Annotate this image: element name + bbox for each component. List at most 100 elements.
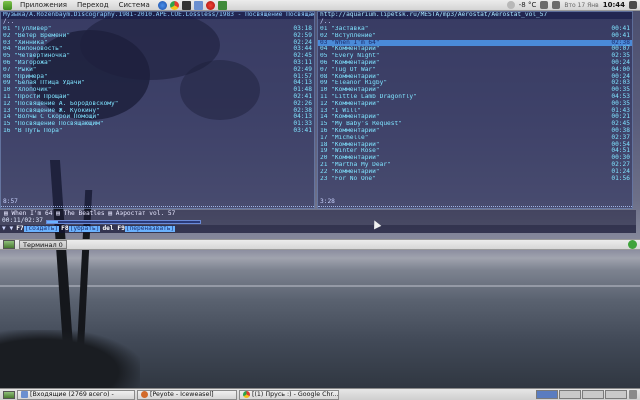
track-row[interactable]: 01 "Гулливер" 03:18 — [1, 25, 314, 33]
power-icon[interactable] — [629, 1, 637, 9]
bottom-taskbar: [Входящие (2769 всего) - [Peyote - Icewe… — [0, 388, 640, 400]
task-browser[interactable]: [Peyote - Iceweasel] — [137, 389, 237, 400]
track-row[interactable]: 20 "Комментарии" 00:30 — [318, 154, 632, 162]
track-row[interactable]: 07 "Tug Of War" 04:00 — [318, 66, 632, 74]
track-row[interactable]: 03 "Хинника" 02:24 — [1, 39, 314, 47]
track-row[interactable]: 08 "Примера" 01:57 — [1, 73, 314, 81]
progress-fill — [46, 220, 58, 223]
key-f7[interactable]: F7 — [16, 225, 23, 233]
track-row[interactable]: 04 "Вилоновость" 03:44 — [1, 46, 314, 53]
track-row[interactable]: 04 "Комментарии" 00:07 — [318, 46, 632, 53]
key-f9-label[interactable]: [переназвать] — [124, 225, 176, 233]
now-playing-bar: ▤ When I'm 64 ▤ The Beatles ▤ Аэростат v… — [0, 210, 636, 218]
pane-separator — [1, 206, 314, 208]
track-name: 01 "Гулливер" — [3, 26, 52, 32]
task-chrome[interactable]: [(1) Прусь :) - Google Chr... — [239, 389, 339, 400]
opera-launcher-icon[interactable] — [205, 0, 215, 10]
track-row[interactable]: 05 "Четвертиночка" 02:45 — [1, 53, 314, 60]
terminal-launcher-icon[interactable] — [181, 0, 191, 10]
track-name: 12 "Посвящение А. Бородовскому" — [3, 100, 119, 107]
right-pane-parent-dir[interactable]: /.. — [318, 18, 632, 26]
track-name: 03 "Хинника" — [3, 39, 48, 46]
mail-icon — [21, 391, 28, 398]
track-row[interactable]: 07 "Рыки" 02:49 — [1, 66, 314, 74]
browser-launcher-icon[interactable] — [157, 0, 167, 10]
track-row[interactable]: 02 "Вступление" 00:41 — [318, 32, 632, 40]
track-row[interactable]: 15 "Посвящение Посвящающим" 01:33 — [1, 121, 314, 128]
window-list-panel: Терминал 0 — [0, 239, 640, 250]
track-row[interactable]: 13 "Посвящение Ж. Куокину" 02:38 — [1, 107, 314, 115]
track-name: 11 "Little Lamb Dragonfly" — [320, 93, 417, 100]
app-launcher-icon[interactable] — [217, 0, 227, 10]
track-row[interactable]: 01 "Заставка" 00:41 — [318, 25, 632, 33]
track-name: 22 "Комментарии" — [320, 168, 380, 175]
track-row[interactable]: 17 "Michelle" 02:37 — [318, 134, 632, 142]
workspace-4[interactable] — [605, 390, 627, 399]
track-row[interactable]: 02 "Ветер Времени" 02:59 — [1, 32, 314, 40]
mail-launcher-icon[interactable] — [193, 0, 203, 10]
menu-system[interactable]: Система — [114, 1, 155, 9]
track-name: 09 "Белая Птица Удачи" — [3, 80, 85, 87]
right-playlist-pane[interactable]: http://aquarium.lipetsk.ru/MESTA/mp3/Aer… — [317, 11, 633, 209]
weather-icon[interactable] — [506, 1, 515, 9]
track-row[interactable]: 10 "Комментарии" 00:35 — [318, 87, 632, 94]
track-row[interactable]: 10 "Хлопочик" 01:48 — [1, 87, 314, 94]
track-name: 19 "Winter Rose" — [320, 148, 380, 155]
workspace-3[interactable] — [582, 390, 604, 399]
trash-icon[interactable] — [629, 390, 637, 399]
key-f7-label[interactable]: [создать] — [23, 225, 60, 233]
menu-places[interactable]: Переход — [72, 1, 114, 9]
track-row[interactable]: 22 "Комментарии" 01:24 — [318, 168, 632, 176]
key-f8-label[interactable]: [убрать] — [68, 225, 101, 233]
track-row[interactable]: 23 "For No One" 01:56 — [318, 175, 632, 183]
workspace-2[interactable] — [559, 390, 581, 399]
track-row[interactable]: 18 "Комментарии" 00:54 — [318, 141, 632, 149]
show-desktop-icon[interactable] — [3, 240, 15, 249]
workspace-1[interactable] — [536, 390, 558, 399]
clock[interactable]: 10:44 — [603, 1, 625, 9]
left-pane-parent-dir[interactable]: /.. — [1, 18, 314, 26]
track-row[interactable]: 14 "Комментарии" 00:21 — [318, 114, 632, 121]
track-row[interactable]: 11 "Little Lamb Dragonfly" 04:53 — [318, 93, 632, 101]
task-mail-label: [Входящие (2769 всего) - — [30, 391, 114, 398]
terminal-window[interactable]: Музыка/A.Rozenbaym.Discography.1981-2010… — [0, 11, 636, 239]
right-track-list: 01 "Заставка" 00:41 02 "Вступление" 00:41 03… — [318, 25, 632, 183]
left-file-pane[interactable]: Музыка/A.Rozenbaym.Discography.1981-2010… — [0, 11, 315, 209]
track-name: 04 "Вилоновость" — [3, 46, 63, 53]
track-name: 17 "Michelle" — [320, 134, 369, 141]
temperature[interactable]: -8 °C — [519, 1, 537, 9]
chrome-launcher-icon[interactable] — [169, 0, 179, 10]
track-row[interactable]: 06 "Комментарии" 00:24 — [318, 59, 632, 67]
panel-status-icon[interactable] — [628, 240, 637, 249]
track-row[interactable]: 11 "Прости Прощай" 02:41 — [1, 93, 314, 101]
gnome-foot-icon[interactable] — [3, 0, 12, 10]
track-row[interactable]: 19 "Winter Rose" 04:51 — [318, 148, 632, 155]
date-label[interactable]: Вто 17 Янв — [564, 2, 598, 9]
key-f8[interactable]: F8 — [61, 225, 68, 233]
track-row[interactable]: 03 "When I'm 64" 02:38 — [318, 39, 632, 47]
track-duration: 03:41 — [293, 126, 312, 134]
track-row[interactable]: 08 "Комментарии" 00:24 — [318, 73, 632, 81]
show-desktop-icon[interactable] — [3, 390, 15, 399]
track-row[interactable]: 14 "Волчы С Скорой Помощи" 04:13 — [1, 114, 314, 121]
key-del-f9[interactable]: del F9 — [102, 225, 124, 233]
track-row[interactable]: 16 "Комментарии" 00:38 — [318, 127, 632, 135]
track-row[interactable]: 16 "В Путь Пора" 03:41 — [1, 126, 314, 135]
track-name: 04 "Комментарии" — [320, 46, 380, 53]
track-row[interactable]: 21 "Martha My Dear" 02:27 — [318, 161, 632, 169]
volume-icon[interactable] — [552, 1, 561, 9]
track-row[interactable]: 13 "I Will" 01:43 — [318, 107, 632, 115]
track-row[interactable]: 12 "Посвящение А. Бородовскому" 02:26 — [1, 100, 314, 108]
track-row[interactable]: 09 "Eleanor Rigby" 02:03 — [318, 80, 632, 87]
task-terminal[interactable]: Терминал 0 — [19, 240, 67, 249]
track-row[interactable]: 06 "Изгорожа" 03:11 — [1, 59, 314, 67]
network-icon[interactable] — [540, 1, 549, 9]
track-row[interactable]: 12 "Комментарии" 00:35 — [318, 100, 632, 108]
track-row[interactable]: 15 "My Baby's Request" 02:45 — [318, 121, 632, 128]
track-name: 01 "Заставка" — [320, 26, 369, 32]
track-row[interactable]: 05 "Every Night" 02:35 — [318, 53, 632, 60]
menu-applications[interactable]: Приложения — [15, 1, 72, 9]
track-row[interactable]: 09 "Белая Птица Удачи" 04:13 — [1, 80, 314, 87]
progress-track[interactable] — [45, 219, 201, 224]
task-mail[interactable]: [Входящие (2769 всего) - — [17, 389, 135, 400]
